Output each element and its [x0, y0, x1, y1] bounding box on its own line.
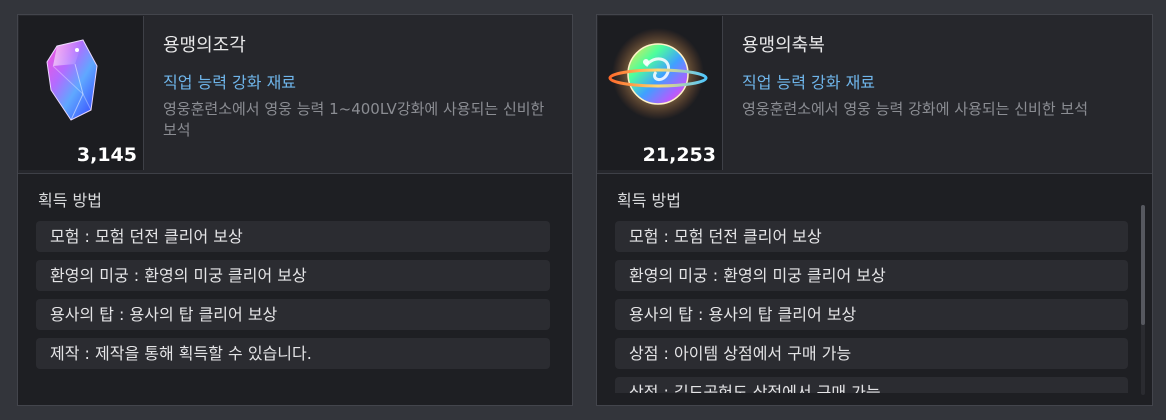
item-category: 직업 능력 강화 재료 — [163, 73, 297, 92]
item-quantity: 3,145 — [76, 144, 137, 166]
acquisition-item: 상점 : 길드공헌도 상점에서 구매 가능 — [615, 377, 1128, 393]
acquisition-item: 제작 : 제작을 통해 획득할 수 있습니다. — [36, 338, 550, 369]
item-card-blessing: 21,253 용맹의축복 직업 능력 강화 재료 영웅훈련소에서 영웅 능력 강… — [596, 14, 1153, 406]
acquisition-list[interactable]: 모험 : 모험 던전 클리어 보상 환영의 미궁 : 환영의 미궁 클리어 보상… — [36, 221, 550, 393]
item-quantity: 21,253 — [642, 144, 716, 166]
acquisition-item: 용사의 탑 : 용사의 탑 클리어 보상 — [615, 299, 1128, 330]
item-info: 용맹의조각 직업 능력 강화 재료 영웅훈련소에서 영웅 능력 1~400LV강… — [163, 35, 560, 141]
item-description: 영웅훈련소에서 영웅 능력 강화에 사용되는 신비한 보석 — [742, 100, 1089, 118]
acquisition-item: 모험 : 모험 던전 클리어 보상 — [615, 221, 1128, 252]
acquisition-title: 획득 방법 — [38, 191, 102, 210]
item-info: 용맹의축복 직업 능력 강화 재료 영웅훈련소에서 영웅 능력 강화에 사용되는… — [742, 35, 1140, 120]
item-header: 21,253 용맹의축복 직업 능력 강화 재료 영웅훈련소에서 영웅 능력 강… — [597, 15, 1152, 174]
acquisition-item: 환영의 미궁 : 환영의 미궁 클리어 보상 — [615, 260, 1128, 291]
acquisition-item: 상점 : 아이템 상점에서 구매 가능 — [615, 338, 1128, 369]
scrollbar-thumb[interactable] — [1141, 205, 1145, 325]
acquisition-item: 환영의 미궁 : 환영의 미궁 클리어 보상 — [36, 260, 550, 291]
crystal-shard-icon — [46, 39, 98, 121]
item-name: 용맹의조각 — [163, 35, 246, 56]
item-name: 용맹의축복 — [742, 35, 825, 56]
item-description: 영웅훈련소에서 영웅 능력 1~400LV강화에 사용되는 신비한 보석 — [163, 100, 545, 139]
acquisition-scrollbar[interactable] — [1141, 205, 1145, 395]
rainbow-orb-icon — [608, 28, 708, 120]
item-icon-slot[interactable]: 21,253 — [598, 16, 723, 170]
acquisition-item: 모험 : 모험 던전 클리어 보상 — [36, 221, 550, 252]
acquisition-title: 획득 방법 — [617, 191, 681, 210]
acquisition-item: 용사의 탑 : 용사의 탑 클리어 보상 — [36, 299, 550, 330]
item-card-shard: 3,145 용맹의조각 직업 능력 강화 재료 영웅훈련소에서 영웅 능력 1~… — [17, 14, 573, 406]
acquisition-list[interactable]: 모험 : 모험 던전 클리어 보상 환영의 미궁 : 환영의 미궁 클리어 보상… — [615, 221, 1128, 393]
item-category: 직업 능력 강화 재료 — [742, 73, 876, 92]
item-icon-slot[interactable]: 3,145 — [19, 16, 144, 170]
item-header: 3,145 용맹의조각 직업 능력 강화 재료 영웅훈련소에서 영웅 능력 1~… — [18, 15, 572, 174]
